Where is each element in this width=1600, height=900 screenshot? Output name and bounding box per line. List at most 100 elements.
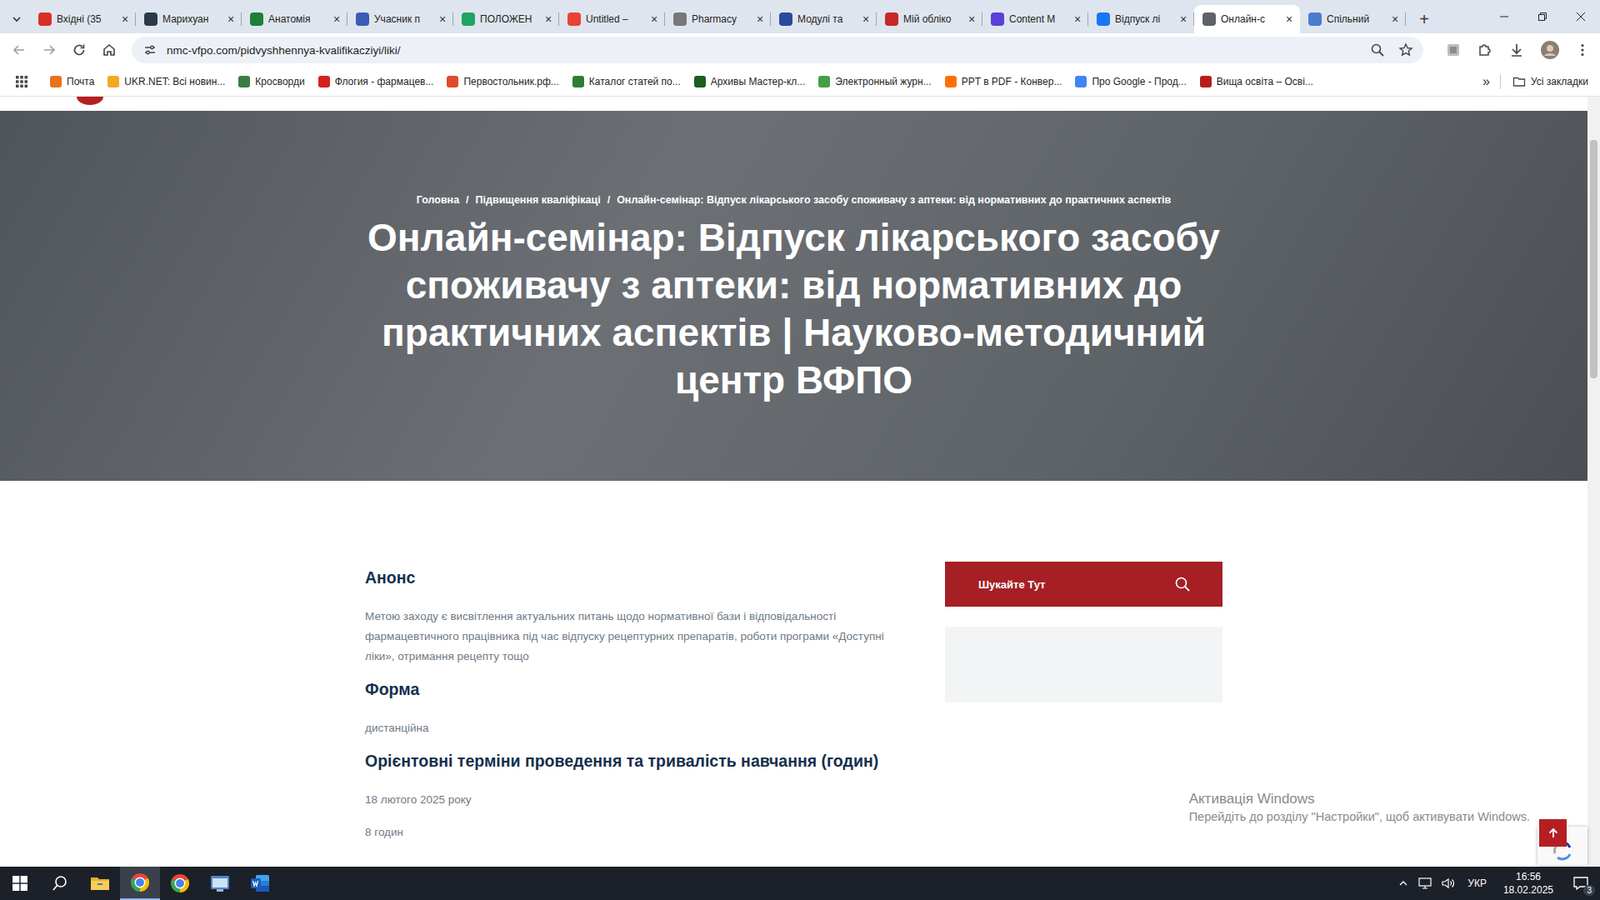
network-icon[interactable] (1417, 876, 1433, 890)
close-icon (1575, 11, 1586, 22)
clock[interactable]: 16:5618.02.2025 (1498, 870, 1559, 897)
minimize-button[interactable] (1485, 0, 1524, 34)
taskbar-app[interactable] (120, 866, 160, 900)
tab-close-button[interactable]: × (754, 12, 766, 26)
taskbar-app[interactable] (200, 866, 240, 900)
menu-dots-icon[interactable] (1575, 42, 1590, 58)
bookmark[interactable]: PPT в PDF - Конвер... (943, 75, 1065, 88)
volume-icon[interactable] (1440, 876, 1456, 890)
tab-label: Модулі та (797, 13, 855, 25)
tab[interactable]: Pharmacy× (665, 5, 771, 34)
bookmark-star-icon[interactable] (1398, 42, 1414, 58)
download-icon[interactable] (1508, 41, 1525, 59)
tab[interactable]: Content M× (982, 5, 1089, 34)
tab[interactable]: ПОЛОЖЕН × (453, 5, 560, 34)
tab-search-button[interactable] (3, 5, 30, 34)
tab[interactable]: Спільний× (1300, 5, 1406, 34)
puzzle-icon[interactable] (1476, 41, 1494, 59)
logo-fragment-icon[interactable] (73, 96, 107, 111)
tab-close-button[interactable]: × (1283, 12, 1295, 26)
section-text: дистанційна (365, 718, 915, 739)
tab-close-button[interactable]: × (330, 12, 343, 26)
bookmark-label: Почта (66, 75, 95, 88)
tab-close-button[interactable]: × (436, 12, 449, 26)
tab-label: ПОЛОЖЕН (480, 13, 538, 25)
tab[interactable]: Відпуск лі× (1088, 5, 1195, 34)
bookmark[interactable]: UKR.NET: Всі новин... (105, 75, 227, 88)
favicon-icon (38, 12, 52, 26)
taskbar-app[interactable] (40, 866, 80, 900)
site-info-icon[interactable] (143, 43, 157, 57)
zoom-icon[interactable] (1370, 42, 1385, 58)
info-section: Орієнтовні терміни проведення та тривалі… (365, 750, 915, 843)
tab-close-button[interactable]: × (542, 12, 555, 26)
tab-close-button[interactable]: × (648, 12, 660, 26)
language-indicator[interactable]: УКР (1464, 877, 1490, 890)
restore-icon (1537, 11, 1548, 22)
search-field[interactable]: Шукайте Тут (945, 561, 1223, 607)
home-button[interactable] (95, 35, 124, 65)
breadcrumb-item[interactable]: Головна (416, 194, 460, 206)
bookmark[interactable]: Каталог статей по... (570, 75, 683, 88)
bookmark[interactable]: Почта (48, 75, 96, 88)
back-button[interactable] (5, 35, 34, 65)
bookmark[interactable]: Первостольник.рф... (445, 75, 560, 88)
page-scrollbar[interactable] (1587, 96, 1600, 867)
bookmark[interactable]: Про Google - Прод... (1073, 75, 1188, 88)
tab-close-button[interactable]: × (119, 12, 131, 26)
tab[interactable]: Учасник п × (347, 5, 454, 34)
forward-button[interactable] (35, 35, 64, 65)
search-placeholder[interactable]: Шукайте Тут (978, 578, 1045, 591)
taskbar-app[interactable] (0, 866, 40, 900)
url-text[interactable]: nmc-vfpo.com/pidvyshhennya-kvalifikacziy… (166, 44, 1357, 57)
apps-grid-icon[interactable] (15, 75, 29, 89)
extension-icon[interactable] (1445, 41, 1462, 59)
bookmark[interactable]: Электронный журн... (816, 75, 933, 88)
section-text: Метою заходу є висвітлення актуальних пи… (365, 606, 915, 667)
tab-close-button[interactable]: × (965, 12, 978, 26)
breadcrumb-item[interactable]: Підвищення кваліфікаці (475, 194, 601, 206)
address-bar[interactable]: nmc-vfpo.com/pidvyshhennya-kvalifikacziy… (131, 36, 1424, 64)
notification-center-button[interactable]: 3 (1566, 875, 1595, 891)
site-header-strip (0, 96, 1588, 111)
notification-count: 3 (1583, 885, 1595, 896)
tab[interactable]: Анатомія× (241, 5, 348, 34)
taskbar-app[interactable] (80, 866, 120, 900)
scrollbar-thumb[interactable] (1590, 140, 1598, 379)
close-window-button[interactable] (1561, 0, 1600, 34)
scroll-to-top-button[interactable] (1539, 819, 1567, 847)
tab-label: Марихуан (162, 13, 220, 25)
tab-close-button[interactable]: × (1389, 12, 1401, 26)
tab[interactable]: Онлайн-с× (1194, 5, 1300, 34)
tab-close-button[interactable]: × (1177, 12, 1190, 26)
taskbar-app[interactable] (240, 866, 280, 900)
chevron-up-icon[interactable] (1397, 877, 1410, 890)
profile-avatar-icon[interactable] (1540, 40, 1560, 60)
watermark-subtitle: Перейдіть до розділу "Настройки", щоб ак… (1189, 808, 1530, 825)
bookmark[interactable]: Архивы Мастер-кл... (692, 75, 807, 88)
tab[interactable]: Вхідні (35 × (30, 5, 136, 34)
bookmark[interactable]: Кросворди (236, 75, 306, 88)
tab-label: Untitled – (585, 13, 644, 25)
tab-close-button[interactable]: × (860, 12, 872, 26)
new-tab-button[interactable]: + (1412, 5, 1436, 34)
tab[interactable]: Мій обліко× (876, 5, 983, 34)
tab-label: Вхідні (35 (56, 13, 115, 25)
bookmark[interactable]: Вища освіта – Осві... (1198, 75, 1315, 88)
bookmark-label: Электронный журн... (835, 75, 931, 88)
tab-close-button[interactable]: × (225, 12, 237, 26)
more-bookmarks-button[interactable]: » (1482, 74, 1490, 90)
taskbar: УКР 16:5618.02.2025 3 (0, 866, 1600, 900)
tab-close-button[interactable]: × (1071, 12, 1084, 26)
taskbar-app[interactable] (160, 866, 200, 900)
all-bookmarks-button[interactable]: Усі закладки (1510, 75, 1590, 89)
reload-button[interactable] (65, 35, 94, 65)
tab-label: Учасник п (374, 13, 432, 25)
tab[interactable]: Untitled – × (559, 5, 665, 34)
restore-button[interactable] (1523, 0, 1562, 34)
tab[interactable]: Модулі та × (770, 5, 877, 34)
tab[interactable]: Марихуан × (135, 5, 242, 34)
search-icon[interactable] (1174, 575, 1191, 593)
bookmark[interactable]: Флогия - фармацев... (316, 75, 436, 88)
favicon-icon (779, 12, 793, 26)
